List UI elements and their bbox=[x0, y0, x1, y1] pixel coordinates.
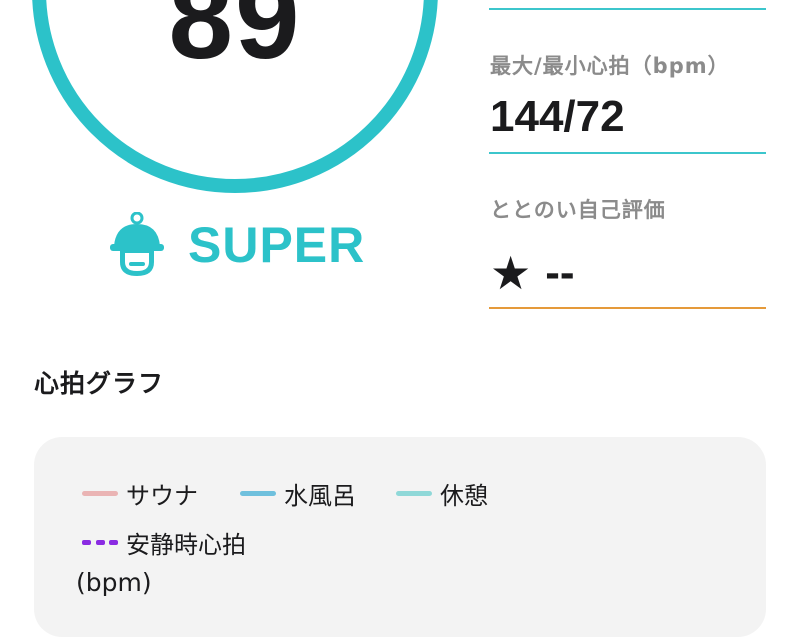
legend-cold-bath: 水風呂 bbox=[240, 478, 356, 510]
legend-resting-hr: 安静時心拍 bbox=[82, 527, 246, 559]
stat-divider bbox=[489, 8, 766, 10]
rank-label: SUPER bbox=[188, 217, 366, 273]
graph-title: 心拍グラフ bbox=[34, 369, 165, 398]
stat-divider bbox=[489, 152, 766, 154]
self-rating-label: ととのい自己評価 bbox=[490, 198, 666, 222]
legend-label: 休憩 bbox=[440, 481, 488, 510]
score-value: 89 bbox=[168, 0, 302, 83]
self-rating[interactable]: ★ -- bbox=[490, 248, 575, 298]
legend-label: サウナ bbox=[126, 481, 198, 510]
heart-rate-value: 144/72 bbox=[490, 92, 625, 141]
star-icon: ★ bbox=[490, 246, 532, 300]
legend-label: 水風呂 bbox=[284, 481, 356, 510]
legend-swatch bbox=[82, 490, 118, 496]
heart-rate-label: 最大/最小心拍（bpm） bbox=[490, 54, 730, 78]
y-axis-unit: (bpm) bbox=[76, 568, 152, 597]
sauna-hat-icon bbox=[110, 212, 164, 276]
self-rating-value: -- bbox=[545, 248, 575, 297]
rating-divider bbox=[489, 307, 766, 309]
legend-dash bbox=[82, 539, 118, 545]
legend-swatch bbox=[240, 490, 276, 496]
legend-rest: 休憩 bbox=[396, 478, 488, 510]
legend-swatch bbox=[396, 490, 432, 496]
legend-sauna: サウナ bbox=[82, 478, 198, 510]
rank-badge: SUPER bbox=[108, 212, 365, 278]
legend-label: 安静時心拍 bbox=[126, 530, 246, 559]
